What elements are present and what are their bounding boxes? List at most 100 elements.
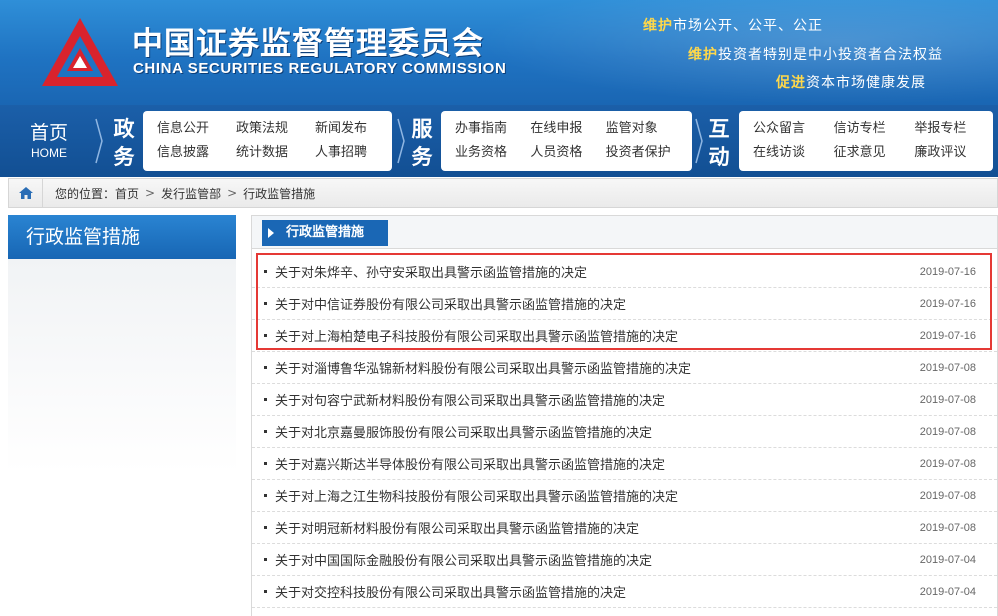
home-icon[interactable] <box>9 179 43 207</box>
list-item-title[interactable]: 关于对明冠新材料股份有限公司采取出具警示函监管措施的决定 <box>275 518 910 537</box>
list-item-date: 2019-07-04 <box>919 553 976 566</box>
bullet-icon <box>264 430 267 433</box>
bullet-icon <box>264 590 267 593</box>
breadcrumb-separator: > <box>227 186 238 200</box>
list-item-date: 2019-07-08 <box>919 489 976 502</box>
list-item: 关于对明冠新材料股份有限公司采取出具警示函监管措施的决定 2019-07-08 <box>252 512 997 544</box>
breadcrumb-prefix: 您的位置： <box>55 186 116 201</box>
bullet-icon <box>264 398 267 401</box>
bullet-icon <box>264 462 267 465</box>
breadcrumb-dept[interactable]: 发行监管部 <box>161 185 221 202</box>
sidebar-body <box>8 259 236 616</box>
list-item: 关于对中信证券股份有限公司采取出具警示函监管措施的决定 2019-07-16 <box>252 288 997 320</box>
nav-link-integrity[interactable]: 廉政评议 <box>914 143 979 163</box>
nav-group-interact: 公众留言 信访专栏 举报专栏 在线访谈 征求意见 廉政评议 <box>739 111 993 171</box>
nav-link-news[interactable]: 新闻发布 <box>315 119 378 139</box>
nav-link-statistics[interactable]: 统计数据 <box>236 143 299 163</box>
slogan-2-text: 投资者特别是中小投资者合法权益 <box>718 47 943 63</box>
site-title-en: CHINA SECURITIES REGULATORY COMMISSION <box>133 60 507 77</box>
list-item-date: 2019-07-08 <box>919 521 976 534</box>
slogan-1: 维护市场公开、公平、公正 <box>643 15 823 35</box>
nav-link-message[interactable]: 公众留言 <box>753 119 818 139</box>
breadcrumb-trail: 您的位置： 首页 > 发行监管部 > 行政监管措施 <box>55 179 315 207</box>
list-item-date: 2019-07-16 <box>919 329 976 342</box>
breadcrumb-home[interactable]: 首页 <box>115 185 139 202</box>
nav-link-recruitment[interactable]: 人事招聘 <box>315 143 378 163</box>
site-title-cn: 中国证券监督管理委员会 <box>132 26 484 62</box>
list-item-date: 2019-07-08 <box>919 361 976 374</box>
nav-link-interview[interactable]: 在线访谈 <box>753 143 818 163</box>
list-item-title[interactable]: 关于对交控科技股份有限公司采取出具警示函监管措施的决定 <box>275 582 910 601</box>
list-item: 关于对上海之江生物科技股份有限公司采取出具警示函监管措施的决定 2019-07-0… <box>252 480 997 512</box>
nav-group-gov: 信息公开 政策法规 新闻发布 信息披露 统计数据 人事招聘 <box>143 111 392 171</box>
list-item: 关于对交控科技股份有限公司采取出具警示函监管措施的决定 2019-07-04 <box>252 576 997 608</box>
panel-header: 行政监管措施 <box>252 216 997 249</box>
slogan-3-lead: 促进 <box>776 75 806 91</box>
slogan-1-lead: 维护 <box>643 18 673 34</box>
breadcrumb-separator: > <box>145 186 156 200</box>
bullet-icon <box>264 526 267 529</box>
list-item: 关于对句容宁武新材料股份有限公司采取出具警示函监管措施的决定 2019-07-08 <box>252 384 997 416</box>
breadcrumb: 您的位置： 首页 > 发行监管部 > 行政监管措施 <box>8 178 998 208</box>
list-item-date: 2019-07-08 <box>919 425 976 438</box>
bullet-icon <box>264 334 267 337</box>
nav-link-investor-protect[interactable]: 投资者保护 <box>606 143 678 163</box>
csrc-logo-icon[interactable] <box>40 14 120 94</box>
slogan-2: 维护投资者特别是中小投资者合法权益 <box>688 44 943 64</box>
nav-link-info-public[interactable]: 信息公开 <box>157 119 220 139</box>
list-item: 关于对嘉兴斯达半导体股份有限公司采取出具警示函监管措施的决定 2019-07-08 <box>252 448 997 480</box>
measure-list: 关于对朱烨辛、孙守安采取出具警示函监管措施的决定 2019-07-16 关于对中信… <box>252 256 997 608</box>
nav-link-business-qual[interactable]: 业务资格 <box>455 143 514 163</box>
list-item-title[interactable]: 关于对中信证券股份有限公司采取出具警示函监管措施的决定 <box>275 294 910 313</box>
list-item-title[interactable]: 关于对句容宁武新材料股份有限公司采取出具警示函监管措施的决定 <box>275 390 910 409</box>
tab-label: 行政监管措施 <box>286 225 365 240</box>
nav-link-online-apply[interactable]: 在线申报 <box>530 119 589 139</box>
sidebar-title: 行政监管措施 <box>8 215 236 259</box>
nav-category-service: 服务 <box>411 117 433 169</box>
slogan-1-text: 市场公开、公平、公正 <box>673 18 823 34</box>
bullet-icon <box>264 366 267 369</box>
nav-link-petition[interactable]: 信访专栏 <box>834 119 899 139</box>
nav-link-regulated[interactable]: 监管对象 <box>606 119 678 139</box>
slogan-2-lead: 维护 <box>688 47 718 63</box>
nav-category-interact: 互动 <box>708 117 730 169</box>
nav-link-disclosure[interactable]: 信息披露 <box>157 143 220 163</box>
caret-right-icon <box>268 228 274 238</box>
bullet-icon <box>264 270 267 273</box>
list-item-date: 2019-07-08 <box>919 457 976 470</box>
site-header: 中国证券监督管理委员会 CHINA SECURITIES REGULATORY … <box>0 0 998 105</box>
main-nav: 首页 HOME 政务 信息公开 政策法规 新闻发布 信息披露 统计数据 人事招聘… <box>0 105 998 177</box>
list-item-date: 2019-07-08 <box>919 393 976 406</box>
list-item-title[interactable]: 关于对上海之江生物科技股份有限公司采取出具警示函监管措施的决定 <box>275 486 910 505</box>
breadcrumb-current[interactable]: 行政监管措施 <box>243 185 315 202</box>
list-item-title[interactable]: 关于对朱烨辛、孙守安采取出具警示函监管措施的决定 <box>275 262 910 281</box>
nav-link-personnel-qual[interactable]: 人员资格 <box>530 143 589 163</box>
list-item-title[interactable]: 关于对北京嘉曼服饰股份有限公司采取出具警示函监管措施的决定 <box>275 422 910 441</box>
list-item-date: 2019-07-04 <box>919 585 976 598</box>
tab-admin-measures[interactable]: 行政监管措施 <box>262 220 388 246</box>
nav-category-gov: 政务 <box>113 117 135 169</box>
nav-home-cn: 首页 <box>29 122 68 144</box>
list-item-title[interactable]: 关于对淄博鲁华泓锦新材料股份有限公司采取出具警示函监管措施的决定 <box>275 358 910 377</box>
list-item-title[interactable]: 关于对上海柏楚电子科技股份有限公司采取出具警示函监管措施的决定 <box>275 326 910 345</box>
nav-group-service: 办事指南 在线申报 监管对象 业务资格 人员资格 投资者保护 <box>441 111 692 171</box>
chevron-right-icon <box>94 115 104 167</box>
list-item-date: 2019-07-16 <box>919 297 976 310</box>
list-item-title[interactable]: 关于对中国国际金融股份有限公司采取出具警示函监管措施的决定 <box>275 550 910 569</box>
nav-home-en: HOME <box>31 146 67 160</box>
list-item: 关于对中国国际金融股份有限公司采取出具警示函监管措施的决定 2019-07-04 <box>252 544 997 576</box>
bullet-icon <box>264 302 267 305</box>
nav-link-guide[interactable]: 办事指南 <box>455 119 514 139</box>
list-item-title[interactable]: 关于对嘉兴斯达半导体股份有限公司采取出具警示函监管措施的决定 <box>275 454 910 473</box>
bullet-icon <box>264 494 267 497</box>
slogan-3: 促进资本市场健康发展 <box>776 72 926 92</box>
nav-link-report[interactable]: 举报专栏 <box>914 119 979 139</box>
nav-link-policy[interactable]: 政策法规 <box>236 119 299 139</box>
nav-home-link[interactable]: 首页 HOME <box>8 108 90 174</box>
bullet-icon <box>264 558 267 561</box>
list-item: 关于对上海柏楚电子科技股份有限公司采取出具警示函监管措施的决定 2019-07-1… <box>252 320 997 352</box>
list-item: 关于对朱烨辛、孙守安采取出具警示函监管措施的决定 2019-07-16 <box>252 256 997 288</box>
nav-link-solicit[interactable]: 征求意见 <box>834 143 899 163</box>
slogan-3-text: 资本市场健康发展 <box>806 75 926 91</box>
list-item-date: 2019-07-16 <box>919 265 976 278</box>
